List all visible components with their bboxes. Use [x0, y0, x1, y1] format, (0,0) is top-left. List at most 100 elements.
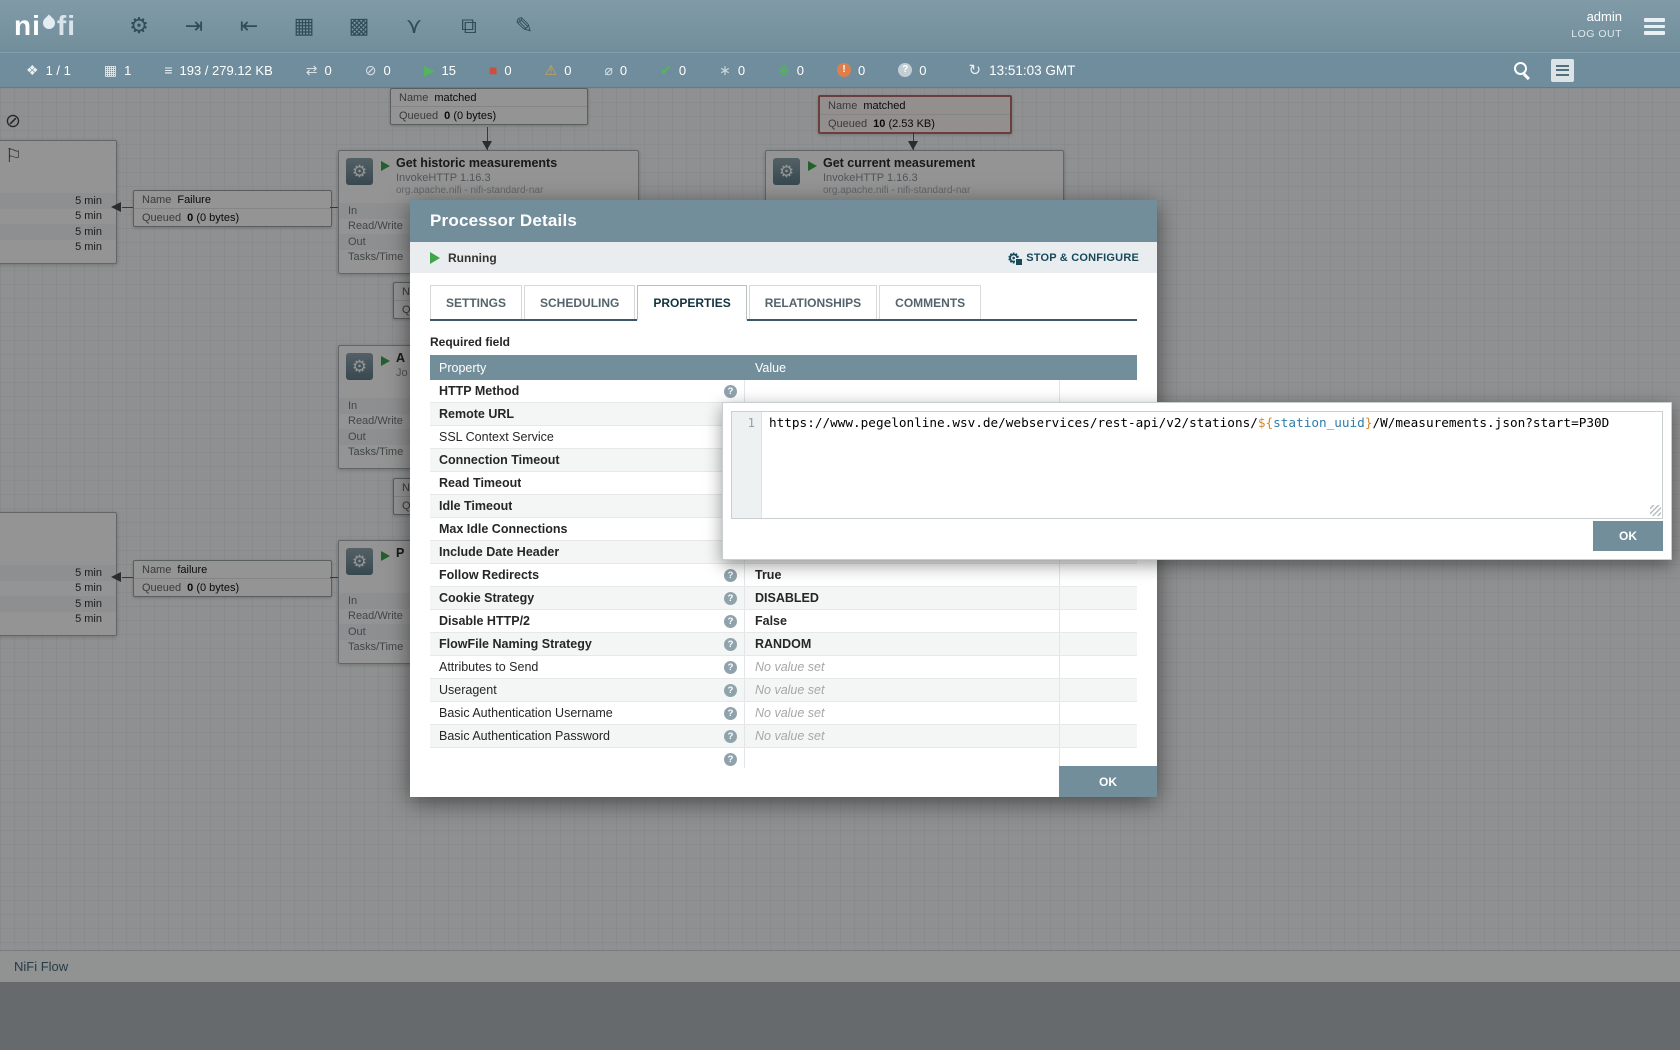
row-gutter: [1060, 610, 1137, 632]
tab-scheduling[interactable]: SCHEDULING: [524, 285, 635, 319]
output-port-icon[interactable]: ⇤: [232, 9, 266, 43]
property-name: Idle Timeout: [439, 499, 512, 513]
tab-settings[interactable]: SETTINGS: [430, 285, 522, 319]
processor-icon[interactable]: ⚙: [122, 9, 156, 43]
help-icon[interactable]: ?: [724, 385, 737, 398]
editor-input[interactable]: https://www.pegelonline.wsv.de/webservic…: [762, 412, 1662, 518]
transmitting-count: ⇄0: [306, 63, 332, 78]
help-icon[interactable]: ?: [724, 707, 737, 720]
help-icon[interactable]: ?: [724, 592, 737, 605]
locally-modified-count-value: 0: [738, 63, 745, 78]
active-threads-count: ▦1: [104, 63, 131, 78]
dialog-header: Processor Details: [410, 200, 1157, 242]
help-icon[interactable]: ?: [724, 661, 737, 674]
panel-toggle-button[interactable]: [1551, 59, 1574, 82]
row-gutter: [1060, 564, 1137, 586]
global-menu-button[interactable]: [1644, 15, 1665, 38]
run-state-label: Running: [448, 251, 497, 265]
stale-count: ⊕0: [778, 63, 804, 78]
not-transmitting-count-value: 0: [383, 63, 390, 78]
remote-process-group-icon[interactable]: ▩: [342, 9, 376, 43]
locally-modified-icon: ∗: [719, 63, 731, 77]
property-name-cell: HTTP Method?: [430, 380, 745, 402]
value-editor-popup: 1 https://www.pegelonline.wsv.de/webserv…: [722, 402, 1672, 560]
property-value-cell[interactable]: RANDOM: [745, 633, 1060, 655]
active-threads-count-value: 1: [124, 63, 131, 78]
property-name-cell: Include Date Header?: [430, 541, 745, 563]
help-icon[interactable]: ?: [724, 569, 737, 582]
value-column-header: Value: [745, 361, 786, 375]
el-segment-attr: station_uuid: [1273, 415, 1365, 430]
property-name: Cookie Strategy: [439, 591, 534, 605]
connected-nodes-count-value: 1 / 1: [46, 63, 71, 78]
nifi-app: ni fi ⚙⇥⇤▦▩⋎⧉✎ admin LOG OUT ❖1 / 1▦1≡19…: [0, 0, 1680, 1050]
refresh-group[interactable]: ↻ 13:51:03 GMT: [968, 63, 1075, 78]
property-name: Attributes to Send: [439, 660, 538, 674]
up-to-date-count-value: 0: [679, 63, 686, 78]
input-port-icon[interactable]: ⇥: [177, 9, 211, 43]
property-value-cell[interactable]: [745, 380, 1060, 402]
sync-failure-icon: ?: [898, 63, 912, 77]
property-name: SSL Context Service: [439, 430, 554, 444]
running-icon: ▶: [424, 63, 435, 77]
property-value-cell[interactable]: [745, 748, 1060, 768]
property-name: Basic Authentication Username: [439, 706, 613, 720]
tab-comments[interactable]: COMMENTS: [879, 285, 981, 319]
help-icon[interactable]: ?: [724, 684, 737, 697]
help-icon[interactable]: ?: [724, 753, 737, 766]
property-name: Remote URL: [439, 407, 514, 421]
tab-properties[interactable]: PROPERTIES: [637, 285, 746, 321]
editor-line-number: 1: [732, 412, 762, 518]
property-name-cell: Disable HTTP/2?: [430, 610, 745, 632]
search-icon[interactable]: [1513, 61, 1531, 79]
stop-and-configure-button[interactable]: ⚙ STOP & CONFIGURE: [1007, 251, 1139, 265]
template-icon[interactable]: ⧉: [452, 9, 486, 43]
locally-modified-stale-count: !0: [837, 63, 865, 78]
property-name-cell: Remote URL?: [430, 403, 745, 425]
logout-link[interactable]: LOG OUT: [1571, 28, 1622, 40]
disabled-count: ⌀0: [604, 63, 627, 78]
help-icon[interactable]: ?: [724, 638, 737, 651]
property-name-cell: Max Idle Connections?: [430, 518, 745, 540]
up-to-date-count: ✔0: [660, 63, 686, 78]
property-value-cell[interactable]: No value set: [745, 679, 1060, 701]
property-value-cell[interactable]: DISABLED: [745, 587, 1060, 609]
editor-ok-button[interactable]: OK: [1593, 521, 1663, 551]
el-segment-bracket: ${: [1258, 415, 1273, 430]
running-state-icon: [430, 252, 440, 264]
logo-text-ni: ni: [14, 10, 41, 42]
editor-resize-handle[interactable]: [1650, 505, 1661, 516]
logo-text-fi: fi: [57, 10, 76, 42]
disabled-count-value: 0: [620, 63, 627, 78]
label-icon[interactable]: ✎: [507, 9, 541, 43]
help-icon[interactable]: ?: [724, 615, 737, 628]
transmitting-count-value: 0: [324, 63, 331, 78]
tab-relationships[interactable]: RELATIONSHIPS: [749, 285, 877, 319]
property-value-cell[interactable]: No value set: [745, 656, 1060, 678]
property-column-header: Property: [430, 361, 745, 375]
last-refresh-time: 13:51:03 GMT: [989, 63, 1075, 78]
value-editor: 1 https://www.pegelonline.wsv.de/webserv…: [731, 411, 1663, 519]
property-row: Cookie Strategy? DISABLED: [430, 587, 1137, 610]
help-icon[interactable]: ?: [724, 730, 737, 743]
refresh-icon[interactable]: ↻: [968, 63, 981, 78]
property-name-cell: Idle Timeout?: [430, 495, 745, 517]
property-name: Disable HTTP/2: [439, 614, 530, 628]
row-gutter: [1060, 748, 1137, 768]
up-to-date-icon: ✔: [660, 63, 672, 77]
property-name-cell: Useragent?: [430, 679, 745, 701]
property-value-cell[interactable]: True: [745, 564, 1060, 586]
property-value-cell[interactable]: No value set: [745, 702, 1060, 724]
funnel-icon[interactable]: ⋎: [397, 9, 431, 43]
row-gutter: [1060, 380, 1137, 402]
property-name-cell: Basic Authentication Username?: [430, 702, 745, 724]
dialog-ok-button[interactable]: OK: [1059, 766, 1157, 797]
threads-icon: ▦: [104, 63, 117, 77]
process-group-icon[interactable]: ▦: [287, 9, 321, 43]
property-value-cell[interactable]: No value set: [745, 725, 1060, 747]
user-block: admin LOG OUT: [1571, 9, 1622, 40]
property-name: Connection Timeout: [439, 453, 560, 467]
property-value-cell[interactable]: False: [745, 610, 1060, 632]
dialog-title: Processor Details: [430, 211, 577, 231]
dialog-tabs: SETTINGSSCHEDULINGPROPERTIESRELATIONSHIP…: [430, 285, 1137, 321]
